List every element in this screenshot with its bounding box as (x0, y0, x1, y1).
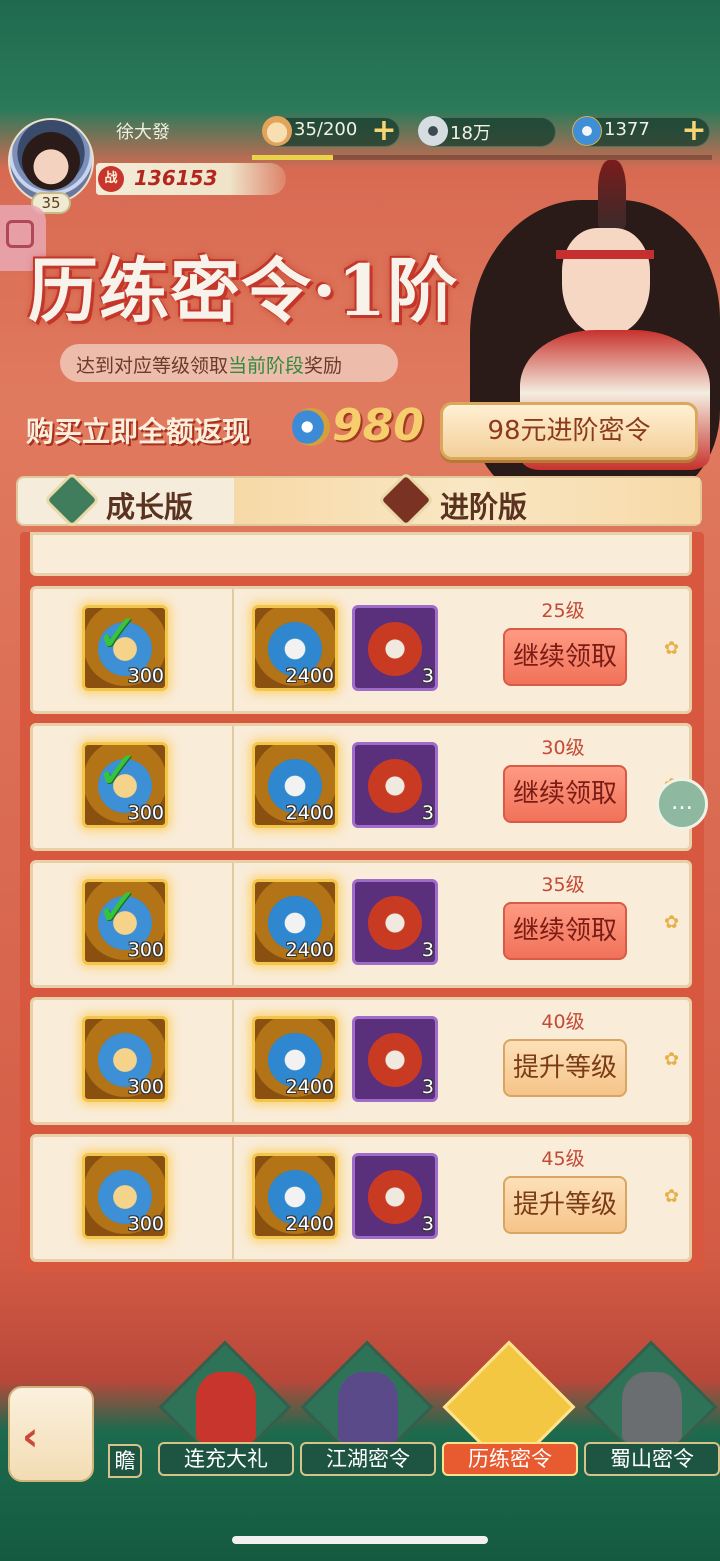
page-title: 历练密令·1阶 (28, 249, 459, 332)
claimed-check-icon: ✓ (96, 741, 140, 801)
subtitle: 达到对应等级领取当前阶段奖励 (76, 351, 342, 378)
cashback-text: 购买立即全额返现 (26, 415, 251, 448)
claimed-check-icon: ✓ (96, 878, 140, 938)
flower-ornament-icon: ✿ (664, 638, 680, 659)
stamina-fill (252, 155, 333, 160)
row-divider (232, 726, 234, 848)
subtitle-pre: 达到对应等级领取 (76, 355, 229, 377)
advanced-reward-count: 2400 (285, 1213, 334, 1235)
character-face (562, 228, 650, 336)
advanced-reward-count: 2400 (285, 665, 334, 687)
advanced-reward-count: 3 (421, 1213, 434, 1235)
advanced-reward-count: 2400 (285, 802, 334, 824)
jade-ring-icon (572, 116, 602, 146)
home-indicator[interactable] (232, 1536, 488, 1544)
nav-item[interactable]: 江湖密令 (300, 1442, 436, 1476)
claim-button[interactable]: 继续领取 (503, 902, 627, 960)
flower-ornament-icon: ✿ (664, 1186, 680, 1207)
row-level: 45级 (541, 1148, 585, 1170)
cashback-amount: 980 (332, 400, 424, 451)
advanced-reward-count: 3 (421, 1076, 434, 1098)
row-divider (232, 1000, 234, 1122)
nav-item-portrait (338, 1372, 398, 1442)
row-divider (232, 1137, 234, 1259)
character-headpiece (598, 160, 626, 230)
partial-row (30, 532, 692, 576)
advanced-reward-count: 2400 (285, 939, 334, 961)
upgrade-level-button[interactable]: 提升等级 (503, 1039, 627, 1097)
nav-item[interactable]: 蜀山密令 (584, 1442, 720, 1476)
row-divider (232, 589, 234, 711)
add-stamina-button[interactable]: + (370, 116, 398, 146)
flower-ornament-icon: ✿ (664, 1049, 680, 1070)
add-jade-button[interactable]: + (680, 116, 708, 146)
flower-ornament-icon: ✿ (664, 912, 680, 933)
copper-coin-icon (418, 116, 448, 146)
claimed-check-icon: ✓ (96, 604, 140, 664)
row-level: 40级 (541, 1011, 585, 1033)
advanced-reward-count: 3 (421, 665, 434, 687)
avatar-face-icon (22, 132, 80, 190)
subtitle-highlight: 当前阶段 (228, 355, 305, 377)
row-level: 35级 (541, 874, 585, 896)
claim-button[interactable]: 继续领取 (503, 628, 627, 686)
claim-button[interactable]: 继续领取 (503, 765, 627, 823)
tab-growth[interactable]: 成长版 (106, 484, 193, 526)
jade-value: 1377 (604, 119, 650, 140)
coins-value: 18万 (450, 123, 491, 144)
advanced-reward-count: 2400 (285, 1076, 334, 1098)
nav-item-portrait (196, 1372, 256, 1442)
buy-advanced-pass-button[interactable]: 98元进阶密令 (440, 402, 698, 460)
player-name: 徐大發 (116, 122, 170, 143)
jade-ring-icon (292, 408, 330, 446)
advanced-reward-count: 3 (421, 802, 434, 824)
row-divider (232, 863, 234, 985)
bun-icon (262, 116, 292, 146)
free-reward-count: 300 (127, 802, 164, 824)
free-reward-count: 300 (127, 665, 164, 687)
advanced-reward-count: 3 (421, 939, 434, 961)
nav-item[interactable]: 历练密令 (442, 1442, 578, 1476)
chat-bubble-icon[interactable]: … (656, 778, 708, 830)
back-arrow-icon: ‹ (22, 1414, 39, 1460)
free-reward-count: 300 (127, 1076, 164, 1098)
row-level: 30级 (541, 737, 585, 759)
tab-advanced[interactable]: 进阶版 (440, 484, 527, 526)
combat-power-value: 136153 (134, 166, 218, 190)
nav-partial-item[interactable]: 瞻 (108, 1444, 142, 1478)
nav-item-portrait (622, 1372, 682, 1442)
stamina-value: 35/200 (294, 119, 358, 140)
subtitle-post: 奖励 (304, 355, 343, 377)
nav-item[interactable]: 连充大礼 (158, 1442, 294, 1476)
upgrade-level-button[interactable]: 提升等级 (503, 1176, 627, 1234)
character-headband (556, 250, 654, 259)
free-reward-count: 300 (127, 939, 164, 961)
back-button[interactable] (8, 1386, 94, 1482)
nav-item-portrait (480, 1372, 540, 1442)
row-level: 25级 (541, 600, 585, 622)
combat-power-icon: 战 (98, 166, 124, 192)
free-reward-count: 300 (127, 1213, 164, 1235)
